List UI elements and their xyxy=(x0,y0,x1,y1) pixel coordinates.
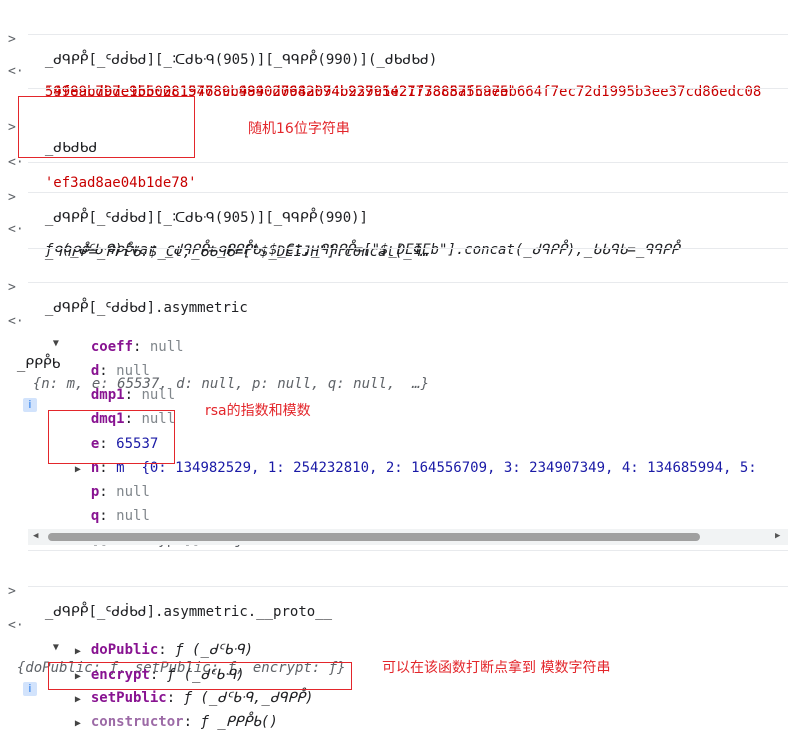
proto-value: ƒ _ᑭᑭᑬᑲ() xyxy=(200,714,278,730)
annotation-random16: 随机16位字符串 xyxy=(248,121,350,137)
highlight-box-random xyxy=(18,96,195,158)
scroll-right-icon[interactable]: ▶ xyxy=(775,531,780,541)
proto-item[interactable]: ▶ constructor: ƒ _ᑭᑭᑬᑲ() xyxy=(0,692,788,734)
scroll-left-icon[interactable]: ◀ xyxy=(33,531,38,541)
proto-key: constructor xyxy=(90,714,184,730)
highlight-box-rsa xyxy=(48,410,175,464)
annotation-breakpoint: 可以在该函数打断点拿到 模数字符串 xyxy=(382,660,611,676)
highlight-box-setpublic xyxy=(48,662,352,690)
console-output-3-cont: _ᑫᑫᑭᑬ=_ᑭᑭᑬᑲ.$_Ct,_ᑲᑲᑫᑲ=["$_DEIJH"].conca… xyxy=(0,222,788,262)
annotation-rsa: rsa的指数和模数 xyxy=(205,403,311,419)
horizontal-scrollbar-thumb[interactable] xyxy=(48,533,700,541)
expand-right-icon[interactable]: ▶ xyxy=(75,714,87,734)
